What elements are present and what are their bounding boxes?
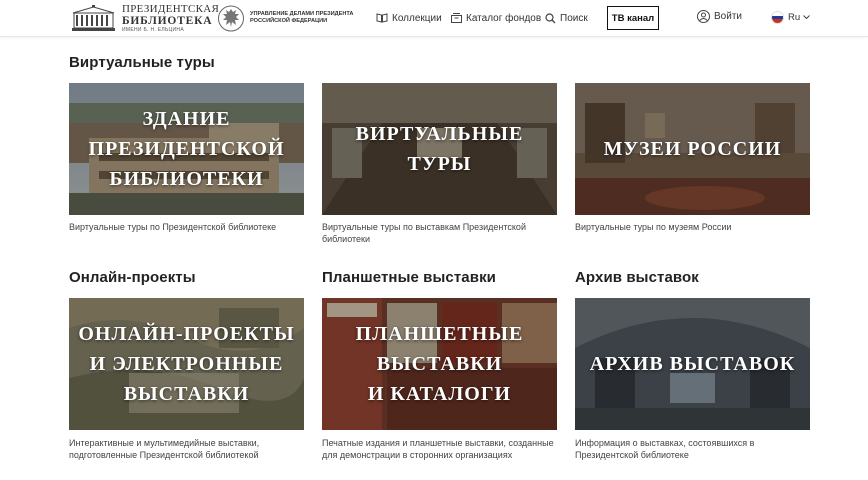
login-label: Войти (714, 11, 742, 22)
logo-line-1: ПРЕЗИДЕНТСКАЯ (122, 2, 220, 15)
card-overlay-title: АРХИВ ВЫСТАВОК (589, 353, 796, 375)
library-building-icon (72, 5, 115, 31)
tv-channel-button[interactable]: ТВ канал (607, 6, 659, 30)
logo-line-3: ИМЕНИ Б. Н. ЕЛЬЦИНА (122, 27, 184, 34)
card-online-projects[interactable]: ОНЛАЙН-ПРОЕКТЫ И ЭЛЕКТРОННЫЕ ВЫСТАВКИ (69, 298, 304, 430)
nav-collections-label: Коллекции (392, 12, 442, 24)
russia-flag-icon (771, 11, 784, 24)
library-logo[interactable]: ПРЕЗИДЕНТСКАЯ БИБЛИОТЕКА ИМЕНИ Б. Н. ЕЛЬ… (70, 2, 220, 34)
card-virtual-tours[interactable]: ВИРТУАЛЬНЫЕ ТУРЫ (322, 83, 557, 215)
card-library-building[interactable]: ЗДАНИЕ ПРЕЗИДЕНТСКОЙ БИБЛИОТЕКИ (69, 83, 304, 215)
card-overlay-title: ПЛАНШЕТНЫЕ ВЫСТАВКИ И КАТАЛОГИ (355, 323, 524, 405)
card-overlay-title: ОНЛАЙН-ПРОЕКТЫ И ЭЛЕКТРОННЫЕ ВЫСТАВКИ (78, 323, 295, 405)
card-overlay-title: ЗДАНИЕ ПРЕЗИДЕНТСКОЙ БИБЛИОТЕКИ (88, 108, 285, 190)
card-tablet-exhibitions[interactable]: ПЛАНШЕТНЫЕ ВЫСТАВКИ И КАТАЛОГИ (322, 298, 557, 430)
search-icon (545, 12, 556, 23)
section-title-exhibition-archive: Архив выставок (575, 269, 699, 286)
nav-search[interactable]: Поиск (545, 11, 588, 25)
nav-search-label: Поиск (560, 12, 588, 24)
user-icon (697, 10, 710, 23)
nav-catalog[interactable]: Каталог фондов (451, 11, 541, 25)
logo-line-2: БИБЛИОТЕКА (122, 14, 213, 27)
site-header: ПРЕЗИДЕНТСКАЯ БИБЛИОТЕКА ИМЕНИ Б. Н. ЕЛЬ… (0, 0, 868, 37)
chevron-down-icon (803, 15, 811, 20)
login-link[interactable]: Войти (697, 10, 742, 23)
card-caption: Виртуальные туры по Президентской библио… (69, 222, 277, 232)
card-caption: Виртуальные туры по музеям России (575, 222, 732, 232)
russian-emblem-icon[interactable] (218, 4, 244, 33)
catalog-icon (451, 13, 462, 23)
section-title-tablet-exhibitions: Планшетные выставки (322, 269, 496, 286)
card-exhibition-archive[interactable]: АРХИВ ВЫСТАВОК (575, 298, 810, 430)
book-icon (376, 13, 388, 23)
card-museums-russia[interactable]: МУЗЕИ РОССИИ (575, 83, 810, 215)
card-caption: Виртуальные туры по выставкам Президентс… (322, 222, 526, 244)
card-overlay-title: МУЗЕИ РОССИИ (603, 138, 782, 160)
logo-text: ПРЕЗИДЕНТСКАЯ БИБЛИОТЕКА ИМЕНИ Б. Н. ЕЛЬ… (122, 2, 220, 34)
nav-catalog-label: Каталог фондов (466, 12, 542, 24)
card-caption: Информация о выставках, состоявшихся в П… (575, 438, 755, 460)
section-title-online-projects: Онлайн-проекты (69, 269, 196, 286)
administration-text[interactable]: Управление делами Президента Российской … (250, 11, 355, 25)
language-selector[interactable]: Ru (771, 11, 811, 24)
card-caption: Печатные издания и планшетные выставки, … (322, 438, 554, 460)
nav-collections[interactable]: Коллекции (376, 11, 442, 25)
language-label: Ru (788, 12, 801, 23)
card-overlay-title: ВИРТУАЛЬНЫЕ ТУРЫ (355, 123, 524, 175)
card-caption: Интерактивные и мультимедийные выставки,… (69, 438, 260, 460)
section-title-virtual-tours: Виртуальные туры (69, 54, 215, 71)
